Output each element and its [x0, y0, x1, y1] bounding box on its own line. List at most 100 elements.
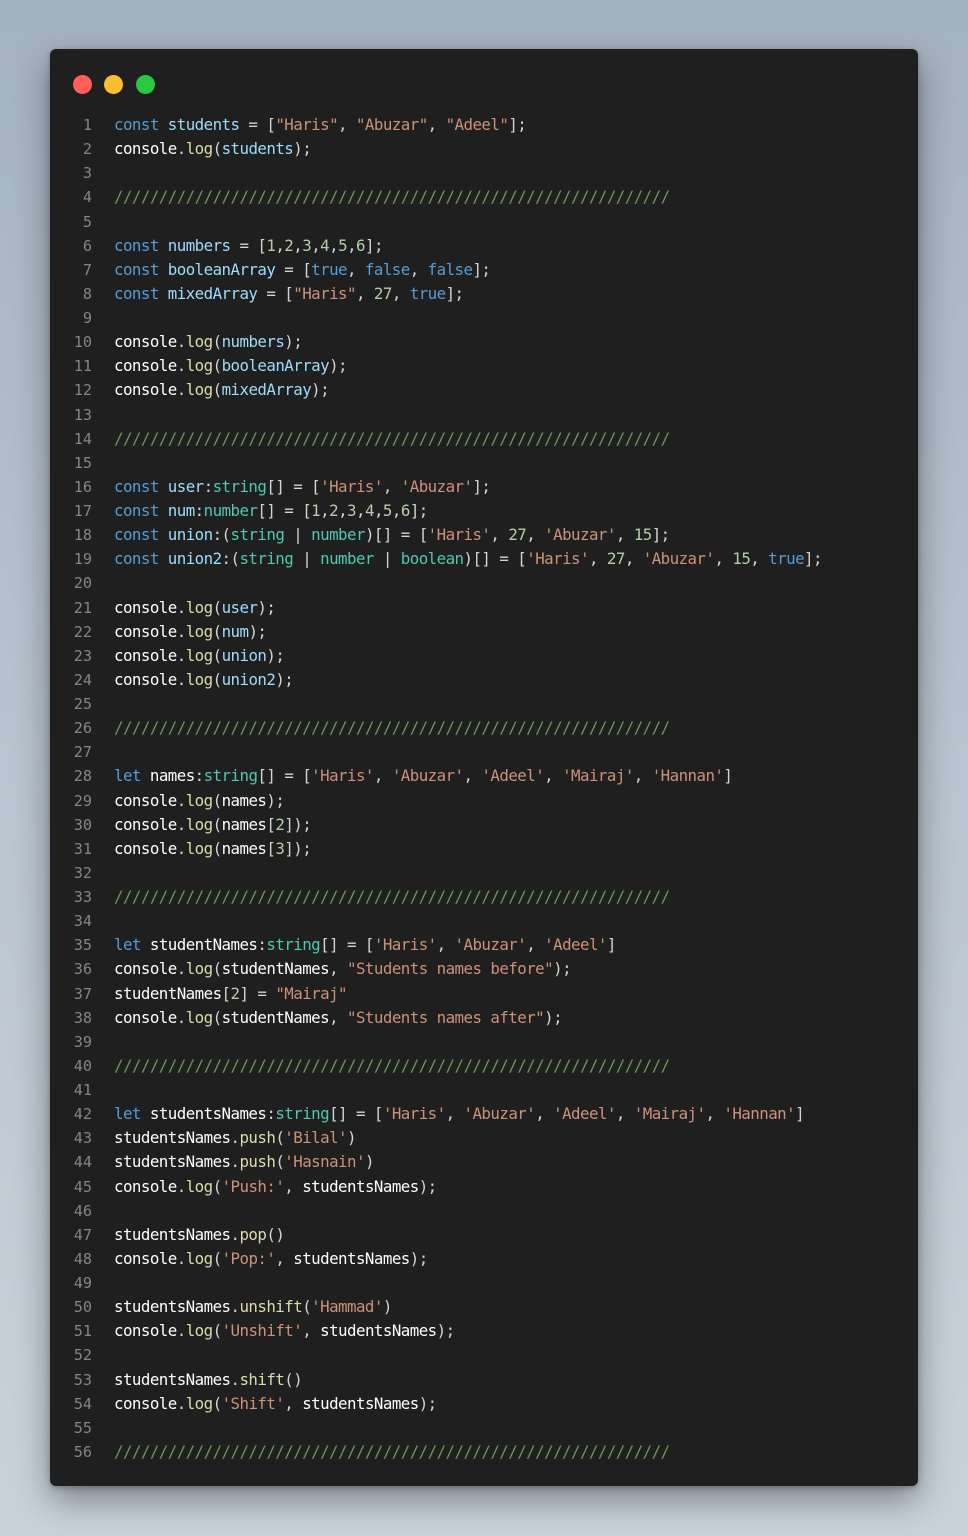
code-token: unshift — [239, 1297, 303, 1317]
code-token: . — [176, 645, 187, 665]
code-line: 13 — [50, 403, 918, 427]
code-token: ( — [212, 356, 223, 376]
code-token: | — [293, 549, 321, 569]
line-source: console.log('Push:', studentsNames); — [114, 1175, 437, 1199]
code-line: 33 //////////////////////////////////////… — [50, 885, 918, 909]
code-token: log — [185, 1007, 213, 1027]
code-token: 'Haris' — [373, 935, 437, 955]
code-token: . — [176, 380, 187, 400]
code-token: let — [114, 1104, 141, 1124]
code-token: ////////////////////////////////////////… — [114, 428, 670, 448]
code-line: 39 — [50, 1030, 918, 1054]
line-source: studentNames[2] = "Mairaj" — [114, 982, 348, 1006]
line-source: console.log(students); — [114, 137, 312, 161]
code-token: ( — [212, 621, 223, 641]
code-token: , — [356, 501, 366, 520]
line-number: 48 — [73, 1249, 92, 1268]
code-token: studentNames — [114, 983, 222, 1003]
line-source: console.log(studentNames, "Students name… — [114, 1006, 563, 1030]
code-token: . — [176, 669, 187, 689]
code-token: : — [194, 501, 205, 520]
code-token: string — [212, 476, 267, 496]
code-token: , — [445, 1104, 464, 1124]
line-number: 56 — [73, 1442, 92, 1461]
line-number: 29 — [73, 791, 92, 810]
code-token: num — [221, 621, 249, 641]
code-token: 'Hasnain' — [284, 1152, 365, 1172]
line-number: 17 — [73, 502, 92, 520]
code-token: . — [176, 1393, 187, 1413]
close-button[interactable] — [73, 75, 92, 94]
code-token: 'Push:' — [221, 1176, 285, 1196]
code-token: ( — [212, 1176, 223, 1196]
code-token: , — [391, 501, 402, 520]
code-line: 53 studentsNames.shift() — [50, 1368, 918, 1392]
code-token: ( — [302, 1297, 312, 1317]
code-token: console — [114, 1007, 177, 1027]
code-token: "Adeel" — [445, 115, 509, 134]
code-token: . — [176, 621, 187, 641]
code-line: 45 console.log('Push:', studentsNames); — [50, 1175, 918, 1199]
minimize-button[interactable] — [104, 75, 123, 94]
code-token: string — [275, 1104, 330, 1124]
code-token: () — [284, 1369, 303, 1389]
code-token: console — [114, 356, 177, 376]
line-source: let studentNames:string[] = ['Haris', 'A… — [114, 933, 616, 957]
code-token: 3 — [347, 501, 357, 520]
code-line: 8 const mixedArray = ["Haris", 27, true]; — [50, 282, 918, 306]
code-token: , — [302, 1321, 321, 1341]
code-token: , — [382, 476, 401, 496]
code-token: , — [750, 549, 769, 569]
code-token: = [ — [239, 115, 276, 134]
code-token: log — [185, 959, 213, 979]
code-line: 52 — [50, 1343, 918, 1367]
code-token: "Students names after" — [347, 1007, 545, 1027]
code-token: ); — [329, 356, 348, 376]
code-token: log — [185, 838, 213, 858]
code-token: numbers — [221, 332, 285, 352]
code-token: [ — [266, 838, 276, 858]
line-source: const user:string[] = ['Haris', 'Abuzar'… — [114, 475, 491, 499]
line-number: 26 — [73, 719, 92, 738]
code-token: :( — [221, 549, 240, 569]
line-number: 38 — [73, 1008, 92, 1027]
code-token: const — [114, 259, 159, 279]
code-line: 9 — [50, 306, 918, 330]
line-source: studentsNames.shift() — [114, 1368, 303, 1392]
line-number: 49 — [73, 1274, 92, 1292]
line-number: 39 — [73, 1032, 92, 1051]
code-token: string — [203, 766, 258, 786]
code-token: number — [320, 549, 374, 569]
line-number: 20 — [73, 574, 92, 593]
code-editor[interactable]: 1 const students = ["Haris", "Abuzar", "A… — [50, 113, 918, 1464]
code-token: true — [311, 259, 347, 279]
code-line: 6 const numbers = [1,2,3,4,5,6]; — [50, 234, 918, 258]
line-number: 23 — [73, 646, 92, 665]
code-token: [] = [ — [257, 766, 312, 786]
code-line: 40 //////////////////////////////////////… — [50, 1054, 918, 1078]
code-token: . — [176, 838, 187, 858]
code-line: 55 — [50, 1416, 918, 1440]
code-token: 'Bilal' — [284, 1128, 348, 1148]
code-token: [] = [ — [266, 476, 321, 496]
code-token: console — [114, 790, 177, 810]
line-number: 24 — [73, 670, 92, 689]
code-token: 2 — [329, 501, 339, 520]
code-token: ////////////////////////////////////////… — [114, 1441, 670, 1461]
code-token: push — [239, 1128, 276, 1148]
code-token: . — [176, 332, 187, 352]
line-number: 5 — [82, 212, 92, 231]
line-number: 30 — [73, 815, 92, 834]
code-token: ]; — [651, 525, 670, 545]
code-token: ]; — [804, 549, 822, 569]
code-token: ////////////////////////////////////////… — [114, 887, 670, 906]
maximize-button[interactable] — [136, 75, 155, 94]
code-token: ); — [248, 621, 267, 641]
code-line: 18 const union:(string | number)[] = ['Ha… — [50, 523, 918, 547]
code-line: 27 — [50, 740, 918, 764]
code-window: 1 const students = ["Haris", "Abuzar", "A… — [50, 49, 918, 1486]
code-token: log — [185, 1321, 213, 1341]
